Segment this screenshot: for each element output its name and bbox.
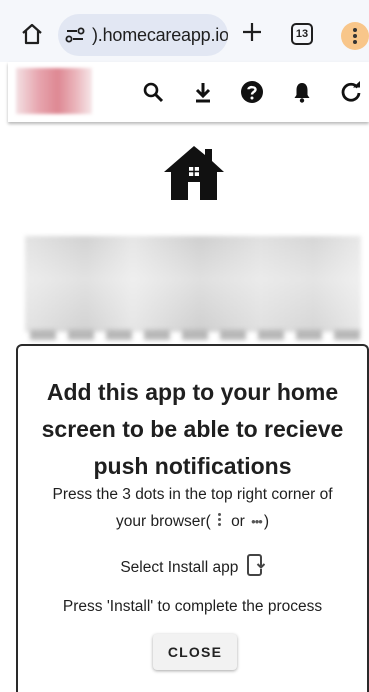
house-icon — [164, 146, 224, 200]
instruction-line-2-suffix: ) — [263, 513, 269, 530]
install-app-icon — [246, 554, 265, 576]
search-icon[interactable] — [141, 80, 165, 104]
vertical-dots-icon — [214, 512, 224, 528]
instruction-line-2-prefix: your browser( — [116, 513, 211, 530]
dialog-title: Add this app to your home screen to be a… — [41, 379, 344, 479]
instruction-line-1: Press the 3 dots in the top right corner… — [52, 486, 333, 503]
instruction-line-3-text: Select Install app — [120, 559, 239, 576]
tabs-button[interactable]: 13 — [291, 23, 313, 45]
install-dialog: Add this app to your home screen to be a… — [16, 344, 369, 692]
new-tab-icon[interactable] — [240, 20, 264, 44]
horizontal-dots-icon: ••• — [251, 514, 263, 529]
blurred-text — [30, 330, 360, 340]
download-icon[interactable] — [191, 80, 215, 104]
browser-toolbar: ).homecareapp.io 13 — [0, 0, 369, 62]
help-icon[interactable] — [240, 80, 264, 104]
app-logo — [16, 68, 92, 114]
close-button[interactable]: CLOSE — [153, 634, 237, 670]
instruction-line-3: Select Install app — [18, 554, 367, 577]
url-text[interactable]: ).homecareapp.io — [92, 25, 228, 46]
instruction-line-2: your browser( or •••) — [18, 512, 367, 531]
instruction-line-4: Press 'Install' to complete the process — [62, 598, 323, 615]
instruction-line-2-or: or — [231, 513, 245, 530]
notifications-icon[interactable] — [290, 80, 314, 104]
address-bar[interactable]: ).homecareapp.io — [58, 14, 228, 56]
refresh-icon[interactable] — [339, 80, 363, 104]
home-icon[interactable] — [20, 22, 44, 46]
site-info-icon[interactable] — [65, 26, 85, 44]
app-header — [8, 62, 369, 122]
blurred-content — [25, 236, 361, 332]
browser-menu-icon[interactable] — [341, 22, 369, 50]
